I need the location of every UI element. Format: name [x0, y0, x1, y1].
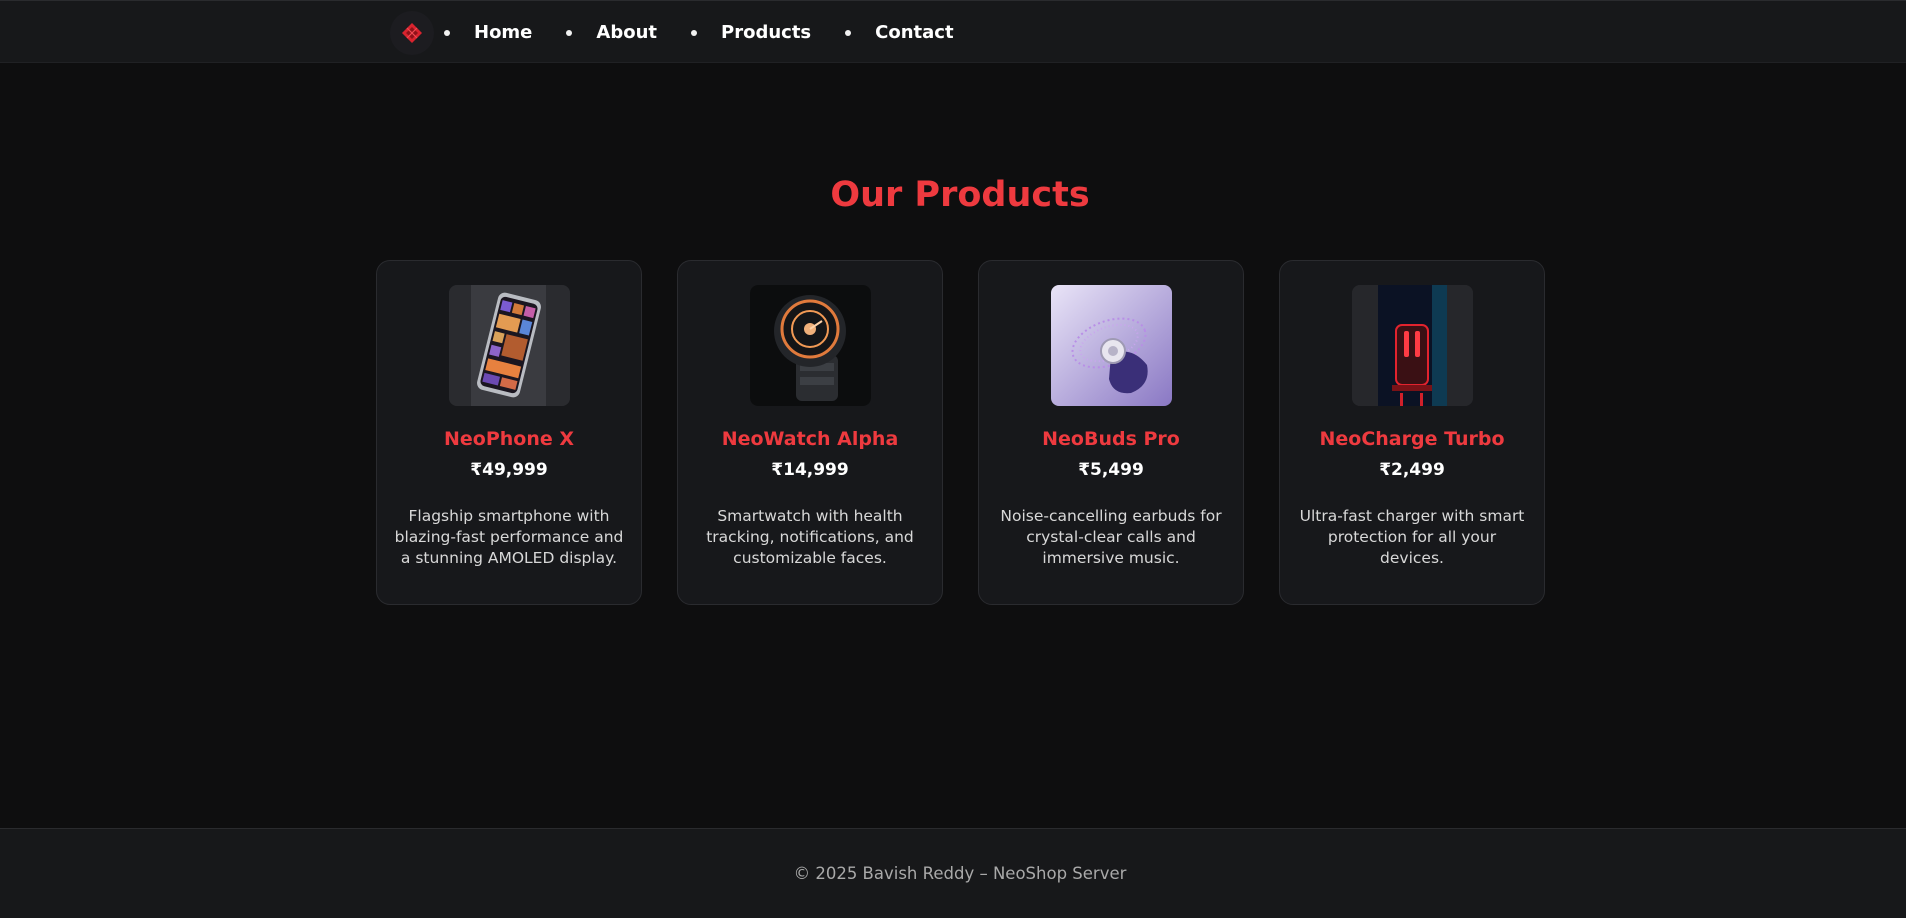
nav-item-about: About [566, 22, 657, 43]
smartphone-image [448, 285, 570, 406]
product-card[interactable]: NeoWatch Alpha ₹14,999 Smartwatch with h… [677, 260, 943, 605]
product-price: ₹2,499 [1379, 460, 1445, 480]
navbar: Home About Products Contact [0, 0, 1906, 63]
page-title: Our Products [830, 175, 1090, 215]
product-price: ₹14,999 [771, 460, 849, 480]
product-price: ₹5,499 [1078, 460, 1144, 480]
product-image [1050, 285, 1172, 406]
nav-list: Home About Products Contact [444, 22, 988, 43]
bullet-dot-icon [444, 29, 450, 36]
nav-link-about[interactable]: About [596, 22, 657, 43]
product-card[interactable]: NeoBuds Pro ₹5,499 Noise-cancelling earb… [978, 260, 1244, 605]
nav-link-home[interactable]: Home [474, 22, 532, 43]
nav-link-contact[interactable]: Contact [875, 22, 953, 43]
product-name: NeoPhone X [443, 428, 575, 450]
product-image [749, 285, 871, 406]
nav-item-contact: Contact [845, 22, 954, 43]
earbuds-image [1050, 285, 1172, 406]
bullet-dot-icon [845, 29, 852, 36]
nav-link-products[interactable]: Products [721, 22, 811, 43]
charger-image [1351, 285, 1473, 406]
product-description: Noise-cancelling earbuds for crystal-cle… [1000, 507, 1222, 567]
product-description: Flagship smartphone with blazing-fast pe… [394, 507, 624, 567]
product-name: NeoCharge Turbo [1319, 428, 1505, 450]
product-card[interactable]: NeoCharge Turbo ₹2,499 Ultra-fast charge… [1279, 260, 1545, 605]
footer: © 2025 Bavish Reddy – NeoShop Server [0, 828, 1906, 918]
logo[interactable] [390, 10, 434, 55]
nav-item-products: Products [691, 22, 811, 43]
red-diamond-logo-icon [402, 22, 422, 43]
smartwatch-image [749, 285, 871, 406]
product-image [1351, 285, 1473, 406]
bullet-dot-icon [566, 29, 573, 36]
nav-container: Home About Products Contact [390, 1, 988, 64]
product-description: Smartwatch with health tracking, notific… [706, 507, 914, 567]
product-price: ₹49,999 [470, 460, 548, 480]
product-image [448, 285, 570, 406]
footer-copyright: © 2025 Bavish Reddy – NeoShop Server [793, 864, 1127, 883]
bullet-dot-icon [691, 29, 698, 36]
nav-item-home: Home [444, 22, 532, 43]
product-name: NeoBuds Pro [1042, 428, 1180, 450]
product-name: NeoWatch Alpha [721, 428, 899, 450]
product-card[interactable]: NeoPhone X ₹49,999 Flagship smartphone w… [376, 260, 642, 605]
product-description: Ultra-fast charger with smart protection… [1299, 507, 1525, 567]
product-grid: NeoPhone X ₹49,999 Flagship smartphone w… [376, 260, 1545, 605]
